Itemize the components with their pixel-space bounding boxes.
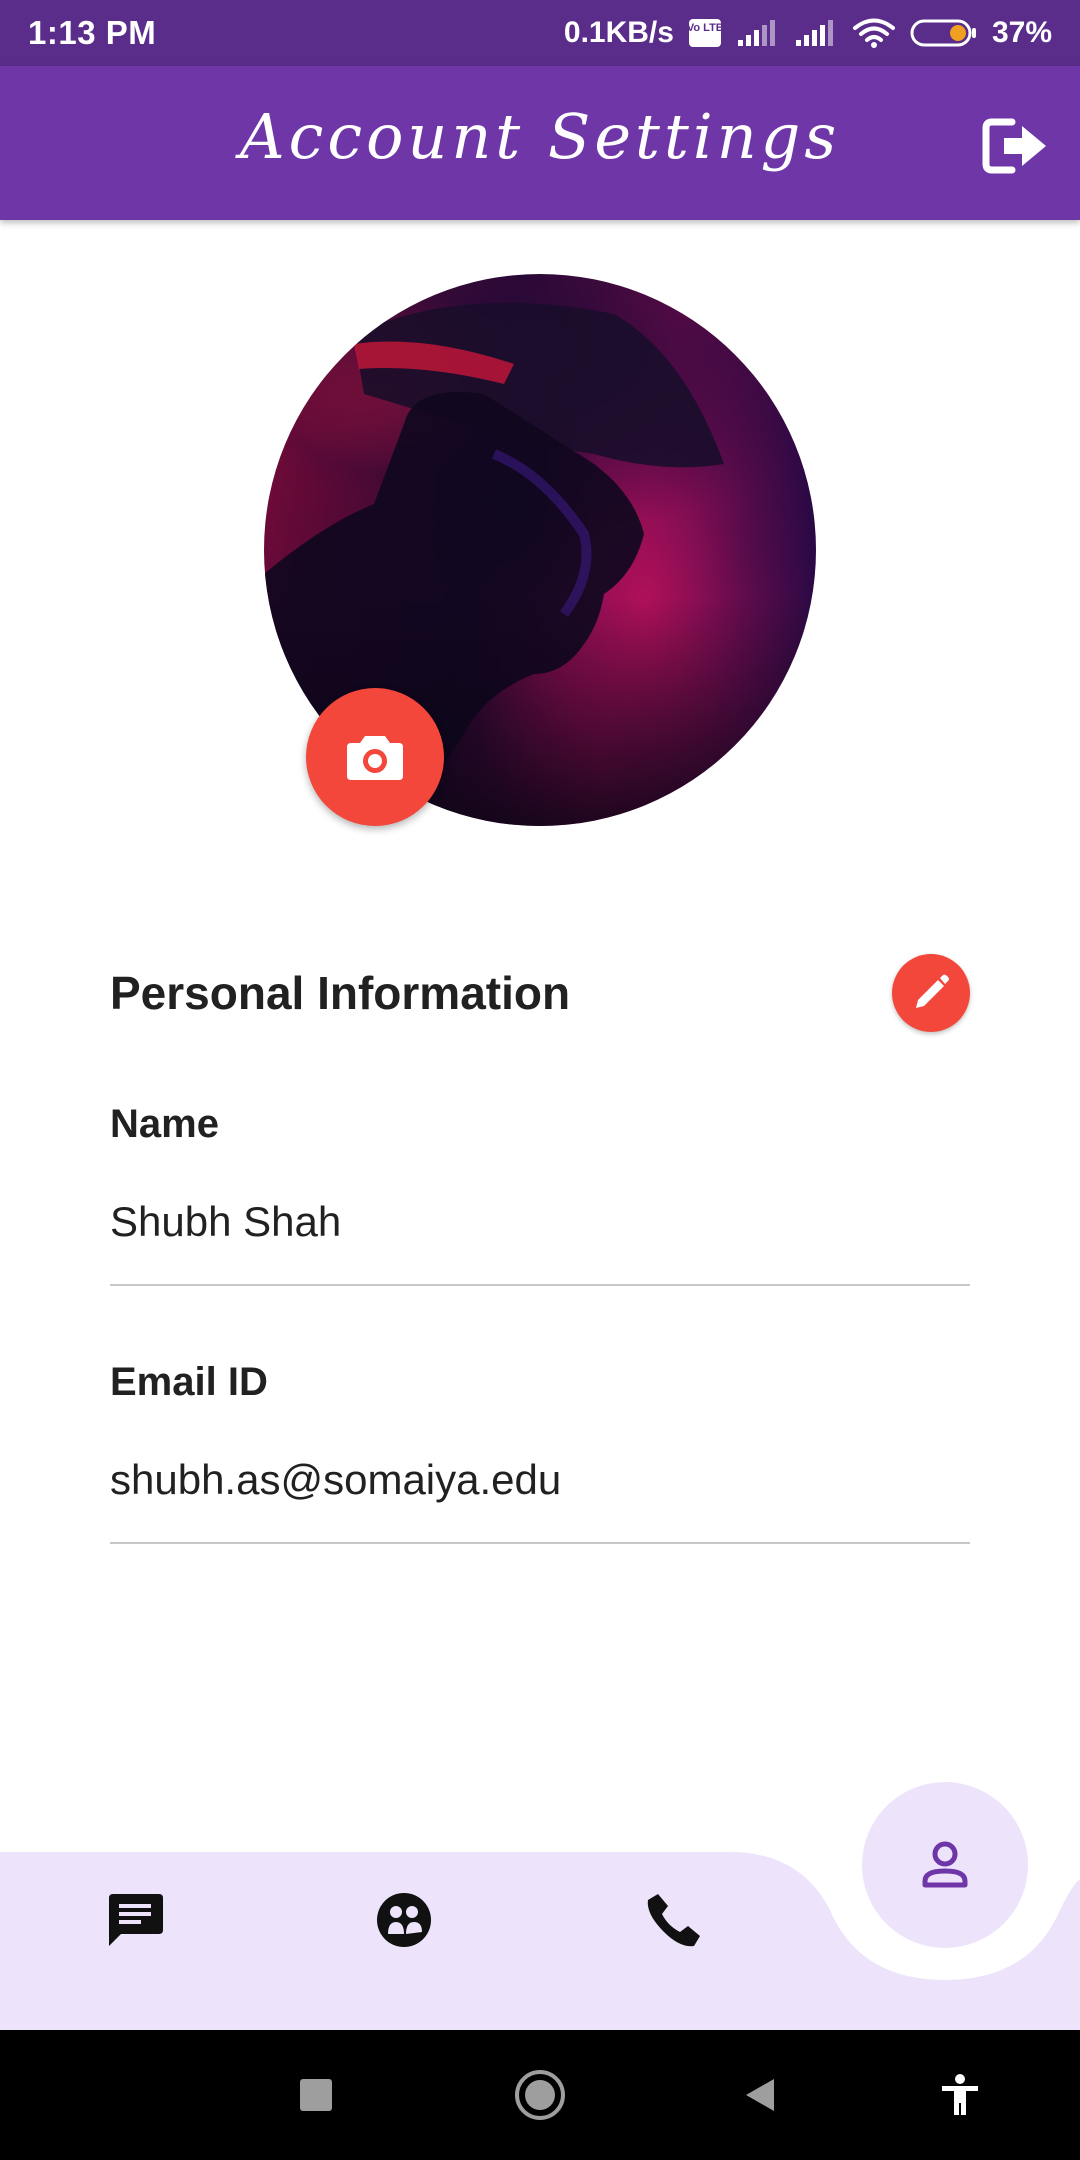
name-field: Shubh Shah (110, 1198, 970, 1286)
person-icon (922, 1841, 968, 1888)
volte-badge: Vo LTE (688, 22, 722, 34)
camera-icon (347, 736, 403, 780)
nav-chats[interactable] (85, 1870, 185, 1970)
pencil-icon (916, 974, 949, 1008)
app-bar: Account Settings (0, 66, 1080, 220)
signal-icon (736, 18, 780, 48)
back-button[interactable] (720, 2055, 800, 2135)
nav-profile[interactable] (862, 1782, 1028, 1948)
chat-icon (109, 1894, 163, 1946)
back-icon (746, 2079, 774, 2111)
home-icon (515, 2070, 565, 2120)
home-button[interactable] (500, 2055, 580, 2135)
recents-button[interactable] (276, 2055, 356, 2135)
status-bar: 1:13 PM 0.1KB/s Vo LTE 37% (0, 0, 1080, 66)
edit-info-button[interactable] (892, 954, 970, 1032)
battery-percent: 37% (991, 16, 1052, 49)
system-navigation-bar (0, 2030, 1080, 2160)
phone-icon (647, 1894, 700, 1947)
battery-icon (910, 18, 978, 48)
logout-icon (982, 118, 1046, 174)
page-title: Account Settings (239, 100, 841, 173)
logout-button[interactable] (980, 110, 1052, 182)
signal-icon (794, 18, 838, 48)
groups-icon (377, 1893, 431, 1947)
name-label: Name (110, 1102, 219, 1146)
recents-icon (300, 2079, 332, 2111)
email-field: shubh.as@somaiya.edu (110, 1456, 970, 1544)
network-speed: 0.1KB/s (563, 16, 674, 49)
volte-icon: Vo LTE (688, 18, 722, 48)
status-time: 1:13 PM (28, 14, 157, 51)
email-label: Email ID (110, 1360, 268, 1404)
section-title: Personal Information (110, 967, 571, 1019)
accessibility-button[interactable] (920, 2055, 1000, 2135)
nav-calls[interactable] (624, 1870, 724, 1970)
accessibility-icon (942, 2074, 978, 2115)
wifi-icon (852, 17, 896, 49)
change-photo-button[interactable] (306, 688, 444, 826)
status-indicators: 0.1KB/s Vo LTE 37% (564, 16, 1052, 50)
nav-groups[interactable] (354, 1870, 454, 1970)
